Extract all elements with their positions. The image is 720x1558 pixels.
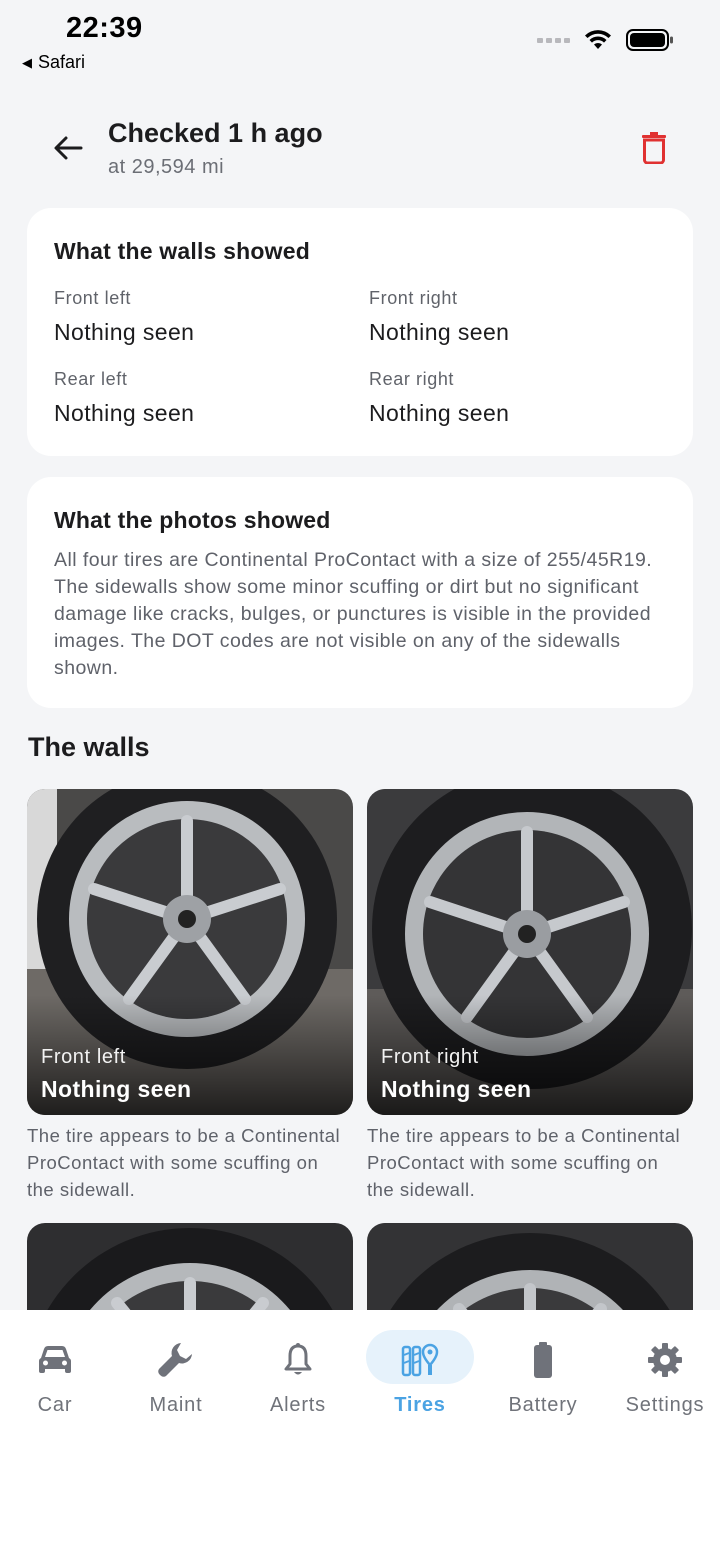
back-app-label: Safari — [38, 52, 86, 72]
bottom-navigation: Car Maint Alerts Tires Battery Settings — [0, 1310, 720, 1558]
wall-front-left: Front left Nothing seen — [54, 288, 194, 346]
wall-rear-right: Rear right Nothing seen — [369, 369, 509, 427]
gear-icon — [645, 1340, 685, 1380]
tile-status-label: Nothing seen — [41, 1076, 192, 1102]
wall-label: Front left — [54, 288, 132, 308]
cellular-signal-icon — [537, 37, 570, 43]
back-button[interactable] — [48, 128, 88, 168]
tire-photo-rear-right[interactable] — [367, 1223, 693, 1310]
page-header: Checked 1 h ago at 29,594 mi — [0, 110, 720, 190]
status-time: 22:39 — [66, 12, 143, 44]
back-to-app-link[interactable]: ◀ Safari — [22, 52, 85, 73]
tire-image — [27, 1223, 353, 1310]
battery-status-icon — [626, 29, 673, 51]
status-bar: 22:39 ◀ Safari — [0, 0, 720, 80]
bell-icon — [278, 1340, 318, 1380]
tile-position-label: Front right — [381, 1046, 479, 1068]
tile-position-label: Front left — [41, 1046, 126, 1068]
wall-label: Rear right — [369, 369, 455, 389]
wifi-icon — [585, 30, 611, 49]
nav-label: Tires — [394, 1394, 446, 1416]
nav-label: Maint — [149, 1394, 203, 1416]
walls-section-title: The walls — [28, 732, 150, 762]
photos-summary-card: What the photos showed All four tires ar… — [27, 477, 693, 708]
nav-item-settings[interactable]: Settings — [610, 1310, 720, 1430]
wall-value: Nothing seen — [369, 319, 510, 345]
nav-label: Car — [37, 1394, 73, 1416]
tile-status-label: Nothing seen — [381, 1076, 532, 1102]
wall-label: Front right — [369, 288, 458, 308]
back-triangle-icon: ◀ — [22, 54, 32, 70]
tire-photo-rear-left[interactable] — [27, 1223, 353, 1310]
walls-summary-card: What the walls showed Front left Nothing… — [27, 208, 693, 456]
nav-label: Battery — [508, 1394, 578, 1416]
wrench-icon — [156, 1340, 196, 1380]
photos-card-body: All four tires are Continental ProContac… — [54, 549, 653, 679]
page-title: Checked 1 h ago — [108, 118, 323, 148]
delete-button[interactable] — [632, 126, 676, 170]
wall-rear-left: Rear left Nothing seen — [54, 369, 194, 427]
tire-photo-front-left[interactable]: Front left Nothing seen — [27, 789, 353, 1115]
page-subtitle: at 29,594 mi — [108, 156, 225, 178]
tire-photo-front-right[interactable]: Front right Nothing seen — [367, 789, 693, 1115]
photos-card-title: What the photos showed — [54, 507, 331, 533]
nav-label: Alerts — [270, 1394, 326, 1416]
tire-image — [367, 1223, 693, 1310]
car-icon — [35, 1340, 75, 1380]
tile-note-front-left: The tire appears to be a Continental Pro… — [27, 1125, 341, 1200]
wall-value: Nothing seen — [54, 400, 195, 426]
battery-icon — [523, 1340, 563, 1380]
walls-card-title: What the walls showed — [54, 238, 310, 264]
wall-value: Nothing seen — [54, 319, 195, 345]
wall-label: Rear left — [54, 369, 128, 389]
trash-icon — [642, 132, 666, 164]
nav-item-alerts[interactable]: Alerts — [243, 1310, 353, 1430]
nav-label: Settings — [625, 1394, 705, 1416]
nav-item-tires[interactable]: Tires — [365, 1310, 475, 1430]
tire-icon — [400, 1340, 440, 1380]
wall-value: Nothing seen — [369, 400, 510, 426]
arrow-left-icon — [54, 136, 83, 160]
nav-item-battery[interactable]: Battery — [488, 1310, 598, 1430]
wall-front-right: Front right Nothing seen — [369, 288, 509, 346]
nav-item-car[interactable]: Car — [0, 1310, 110, 1430]
nav-item-maint[interactable]: Maint — [121, 1310, 231, 1430]
status-indicators — [537, 28, 674, 52]
tile-note-front-right: The tire appears to be a Continental Pro… — [367, 1125, 681, 1200]
